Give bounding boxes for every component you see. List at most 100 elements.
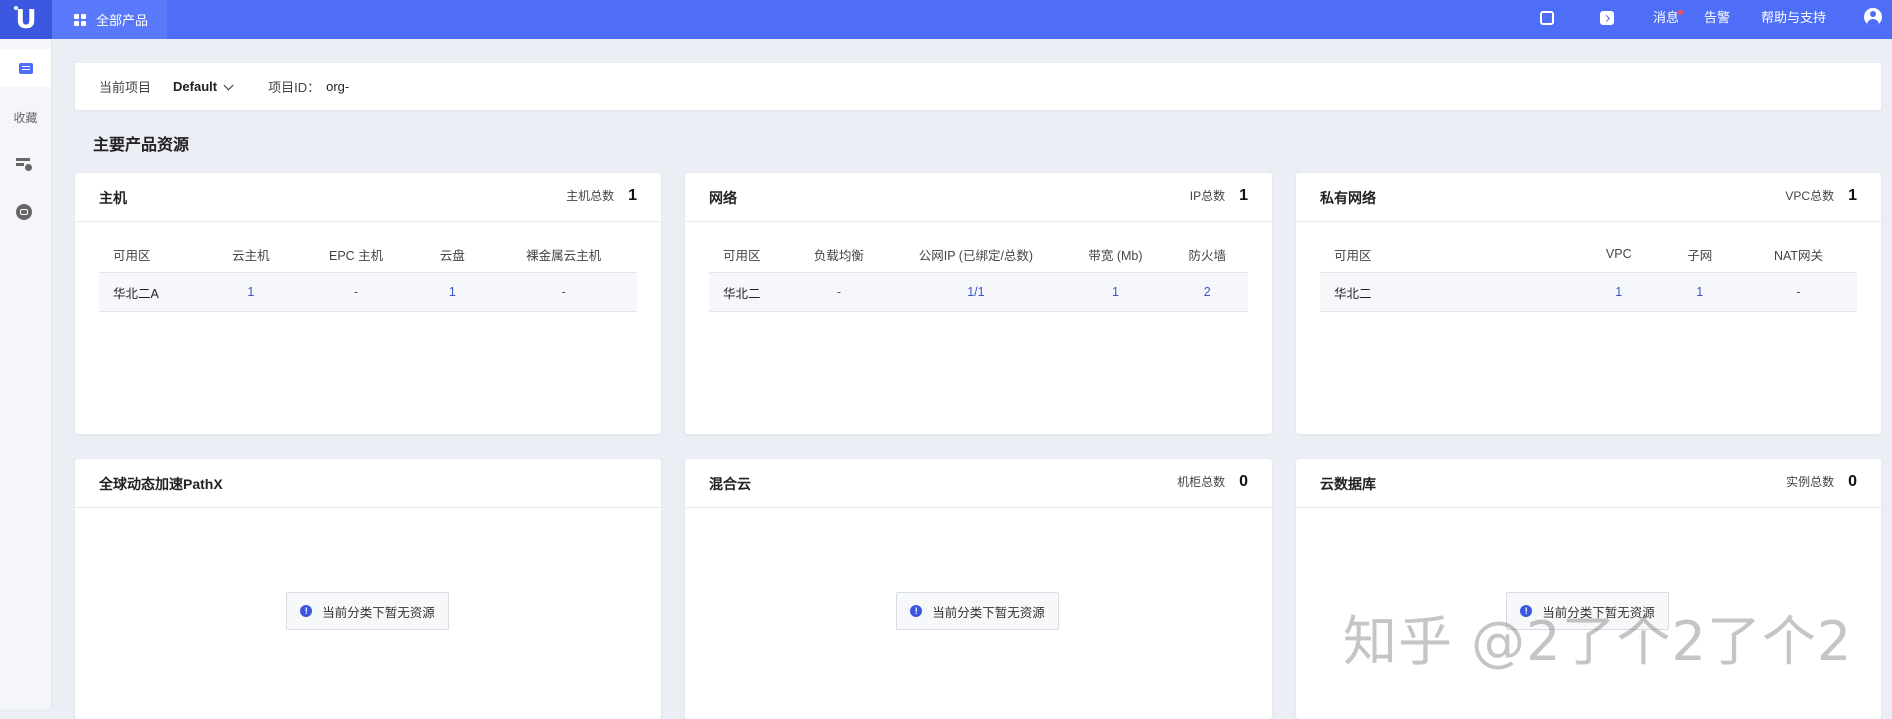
card-title[interactable]: 网络 bbox=[709, 188, 737, 208]
column-header: 可用区 bbox=[709, 236, 791, 273]
card-title[interactable]: 私有网络 bbox=[1320, 188, 1376, 208]
table-cell-link[interactable]: 1 bbox=[1578, 272, 1660, 312]
column-header: 可用区 bbox=[1320, 236, 1578, 273]
table-row: 华北二 - 1/1 1 2 bbox=[709, 272, 1248, 312]
table-cell: 华北二A bbox=[99, 272, 205, 312]
top-navigation-bar: U 全部产品 消息 告警 帮助与支持 bbox=[0, 0, 1892, 39]
card-network: 网络 IP总数 1 可用区 负载均衡 公网IP (已绑定/总数) 带宽 (Mb)… bbox=[685, 173, 1272, 434]
stat-label: IP总数 bbox=[1189, 189, 1226, 203]
chevron-down-icon bbox=[223, 80, 234, 91]
resource-icon[interactable] bbox=[16, 158, 32, 171]
host-table: 可用区 云主机 EPC 主机 云盘 裸金属云主机 华北二A 1 - 1 - bbox=[99, 236, 637, 312]
stat-value: 0 bbox=[1239, 473, 1248, 490]
table-cell-link[interactable]: 2 bbox=[1166, 272, 1248, 312]
project-id-value: org- bbox=[326, 79, 350, 94]
card-title[interactable]: 主机 bbox=[99, 188, 127, 208]
stat-label: 主机总数 bbox=[566, 189, 615, 203]
all-products-button[interactable]: 全部产品 bbox=[52, 0, 167, 39]
column-header: 防火墙 bbox=[1166, 236, 1248, 273]
sidebar-item-favorites[interactable]: 收藏 bbox=[0, 109, 51, 126]
table-header-row: 可用区 云主机 EPC 主机 云盘 裸金属云主机 bbox=[99, 236, 637, 273]
help-support-link[interactable]: 帮助与支持 bbox=[1761, 0, 1826, 36]
card-header: 混合云 机柜总数 0 bbox=[685, 459, 1272, 508]
terminal-icon[interactable] bbox=[1600, 11, 1614, 25]
list-icon bbox=[18, 62, 33, 74]
column-header: 可用区 bbox=[99, 236, 205, 273]
stat-label: VPC总数 bbox=[1785, 189, 1835, 203]
alerts-link[interactable]: 告警 bbox=[1704, 0, 1730, 36]
table-cell: - bbox=[297, 272, 415, 312]
table-cell-link[interactable]: 1/1 bbox=[887, 272, 1065, 312]
section-title: 主要产品资源 bbox=[93, 137, 190, 154]
table-cell-link[interactable]: 1 bbox=[1659, 272, 1740, 312]
card-stat: IP总数 1 bbox=[1190, 187, 1248, 205]
card-stat: VPC总数 1 bbox=[1785, 187, 1857, 205]
card-stat: 主机总数 1 bbox=[566, 187, 637, 205]
stat-label: 实例总数 bbox=[1786, 475, 1835, 489]
column-header: 子网 bbox=[1659, 236, 1740, 273]
stat-label: 机柜总数 bbox=[1177, 475, 1226, 489]
logo[interactable]: U bbox=[0, 0, 52, 39]
stat-value: 1 bbox=[1848, 187, 1857, 204]
table-cell: - bbox=[1739, 272, 1857, 312]
empty-state-text: 当前分类下暂无资源 bbox=[322, 605, 435, 620]
stat-value: 0 bbox=[1848, 473, 1857, 490]
messages-link[interactable]: 消息 bbox=[1653, 0, 1684, 36]
column-header: NAT网关 bbox=[1739, 236, 1857, 273]
table-cell: - bbox=[790, 272, 888, 312]
all-products-label: 全部产品 bbox=[96, 13, 149, 28]
card-hybrid-cloud: 混合云 机柜总数 0 ! 当前分类下暂无资源 bbox=[685, 459, 1272, 719]
table-header-row: 可用区 VPC 子网 NAT网关 bbox=[1320, 236, 1857, 273]
network-table: 可用区 负载均衡 公网IP (已绑定/总数) 带宽 (Mb) 防火墙 华北二 -… bbox=[709, 236, 1248, 312]
table-cell: 华北二 bbox=[1320, 272, 1578, 312]
table-cell-link[interactable]: 1 bbox=[204, 272, 298, 312]
column-header: 带宽 (Mb) bbox=[1064, 236, 1167, 273]
card-stat: 机柜总数 0 bbox=[1177, 473, 1248, 491]
card-stat: 实例总数 0 bbox=[1786, 473, 1857, 491]
support-icon[interactable] bbox=[16, 204, 32, 220]
user-avatar-icon[interactable] bbox=[1864, 8, 1882, 26]
column-header: 公网IP (已绑定/总数) bbox=[887, 236, 1065, 273]
card-header: 网络 IP总数 1 bbox=[685, 173, 1272, 222]
column-header: 裸金属云主机 bbox=[490, 236, 637, 273]
project-id-label: 项目ID： bbox=[268, 80, 321, 95]
info-icon: ! bbox=[300, 605, 313, 617]
grid-icon bbox=[74, 13, 86, 26]
search-icon[interactable] bbox=[1540, 11, 1554, 25]
empty-state: ! 当前分类下暂无资源 bbox=[286, 592, 449, 630]
info-icon: ! bbox=[910, 605, 923, 617]
table-cell-link[interactable]: 1 bbox=[414, 272, 491, 312]
column-header: 云盘 bbox=[414, 236, 491, 273]
table-cell-link[interactable]: 1 bbox=[1064, 272, 1167, 312]
empty-state-text: 当前分类下暂无资源 bbox=[932, 605, 1045, 620]
column-header: 负载均衡 bbox=[790, 236, 888, 273]
logo-dot bbox=[14, 6, 18, 10]
current-project-label: 当前项目 bbox=[99, 80, 152, 95]
card-host: 主机 主机总数 1 可用区 云主机 EPC 主机 云盘 裸金属云主机 华北二A … bbox=[75, 173, 661, 434]
table-row: 华北二 1 1 - bbox=[1320, 272, 1857, 312]
card-pathx: 全球动态加速PathX ! 当前分类下暂无资源 bbox=[75, 459, 661, 719]
project-selector[interactable]: Default bbox=[173, 79, 234, 94]
watermark: 知乎 @2了个2了个2 bbox=[1343, 610, 1853, 673]
sidebar: 收藏 bbox=[0, 39, 52, 709]
card-header: 主机 主机总数 1 bbox=[75, 173, 661, 222]
card-header: 云数据库 实例总数 0 bbox=[1296, 459, 1881, 508]
column-header: VPC bbox=[1578, 236, 1660, 273]
sidebar-item-overview[interactable] bbox=[0, 49, 51, 87]
project-selector-value: Default bbox=[173, 79, 218, 94]
card-title[interactable]: 全球动态加速PathX bbox=[99, 474, 223, 494]
card-database: 云数据库 实例总数 0 ! 当前分类下暂无资源 bbox=[1296, 459, 1881, 719]
stat-value: 1 bbox=[1239, 187, 1248, 204]
card-title[interactable]: 混合云 bbox=[709, 474, 751, 494]
table-header-row: 可用区 负载均衡 公网IP (已绑定/总数) 带宽 (Mb) 防火墙 bbox=[709, 236, 1248, 273]
unread-badge bbox=[1678, 10, 1684, 15]
card-header: 私有网络 VPC总数 1 bbox=[1296, 173, 1881, 222]
logo-text: U bbox=[15, 4, 37, 35]
project-bar: 当前项目 Default 项目ID： org- bbox=[75, 63, 1881, 110]
table-cell: - bbox=[490, 272, 637, 312]
column-header: 云主机 bbox=[204, 236, 298, 273]
card-vpc: 私有网络 VPC总数 1 可用区 VPC 子网 NAT网关 华北二 1 1 - bbox=[1296, 173, 1881, 434]
stat-value: 1 bbox=[628, 187, 637, 204]
column-header: EPC 主机 bbox=[297, 236, 415, 273]
card-title[interactable]: 云数据库 bbox=[1320, 474, 1376, 494]
